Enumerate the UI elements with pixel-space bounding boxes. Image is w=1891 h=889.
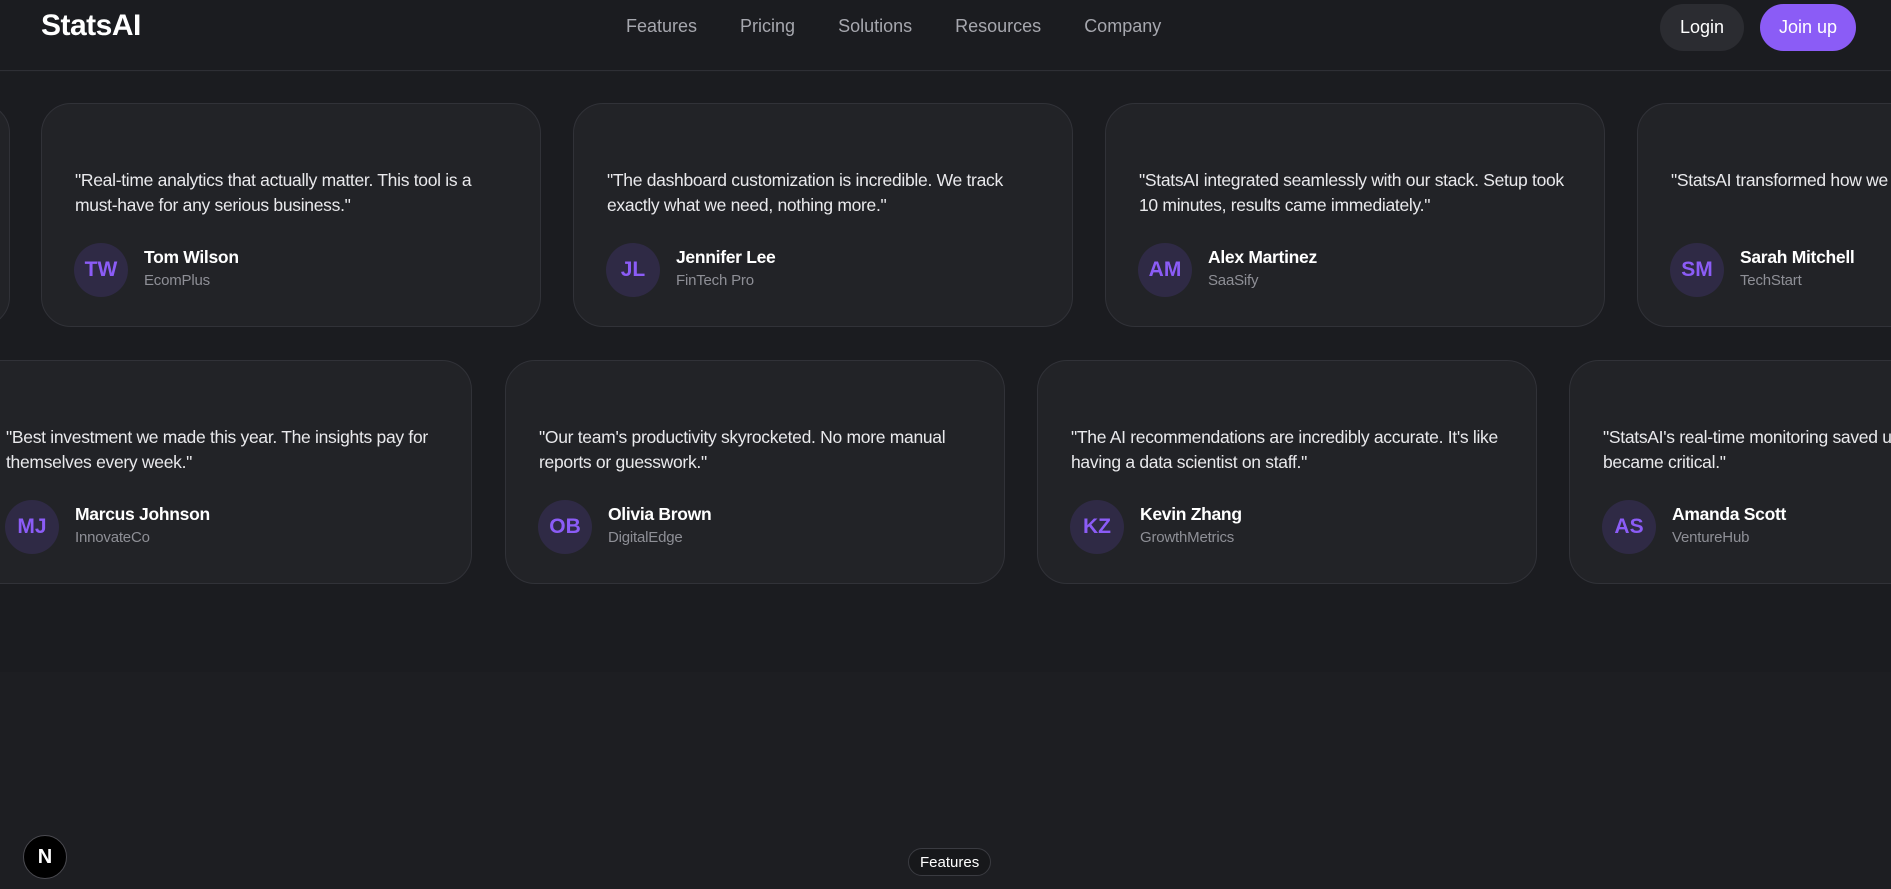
testimonial-quote: "StatsAI transformed how we u... The pre… bbox=[1671, 168, 1891, 193]
avatar: MJ bbox=[5, 500, 59, 554]
page: StatsAI Features Pricing Solutions Resou… bbox=[0, 0, 1891, 889]
testimonial-card: "Real-time analytics that actually matte… bbox=[41, 103, 541, 327]
testimonial-author-company: DigitalEdge bbox=[608, 529, 683, 546]
testimonial-card: "The dashboard customization is incredib… bbox=[573, 103, 1073, 327]
nav-pricing[interactable]: Pricing bbox=[740, 16, 795, 37]
nav-solutions[interactable]: Solutions bbox=[838, 16, 912, 37]
testimonial-quote: "StatsAI integrated seamlessly with our … bbox=[1139, 170, 1564, 215]
avatar: AS bbox=[1602, 500, 1656, 554]
testimonial-card: "Our team's productivity skyrocketed. No… bbox=[505, 360, 1005, 584]
testimonial-author-company: EcomPlus bbox=[144, 272, 210, 289]
testimonial-quote: "StatsAI's real-time monitoring saved us… bbox=[1603, 427, 1891, 472]
testimonial-author-name: Sarah Mitchell bbox=[1740, 247, 1855, 267]
testimonial-author-name: Alex Martinez bbox=[1208, 247, 1317, 267]
testimonial-author-company: SaaSify bbox=[1208, 272, 1259, 289]
testimonial-card: "Best investment we made this year. The … bbox=[0, 360, 472, 584]
avatar: JL bbox=[606, 243, 660, 297]
avatar: TW bbox=[74, 243, 128, 297]
testimonial-quote: "Our team's productivity skyrocketed. No… bbox=[539, 427, 946, 472]
testimonial-quote: "Best investment we made this year. The … bbox=[6, 427, 428, 472]
main-nav: Features Pricing Solutions Resources Com… bbox=[626, 16, 1204, 37]
brand-logo[interactable]: StatsAI bbox=[41, 9, 141, 43]
features-pill[interactable]: Features bbox=[908, 848, 992, 876]
testimonial-author-name: Tom Wilson bbox=[144, 247, 239, 267]
nav-company[interactable]: Company bbox=[1084, 16, 1161, 37]
testimonial-author-company: GrowthMetrics bbox=[1140, 529, 1235, 546]
testimonial-card: "The AI recommendations are incredibly a… bbox=[1037, 360, 1537, 584]
nextjs-dev-badge[interactable]: N bbox=[23, 835, 67, 879]
testimonial-author-company: VentureHub bbox=[1672, 529, 1750, 546]
testimonial-quote: "The dashboard customization is incredib… bbox=[607, 170, 1003, 215]
testimonial-author-company: InnovateCo bbox=[75, 529, 150, 546]
testimonial-card: "StatsAI transformed how we u... The pre… bbox=[1637, 103, 1891, 327]
testimonial-author-name: Jennifer Lee bbox=[676, 247, 776, 267]
testimonial-author-company: TechStart bbox=[1740, 272, 1802, 289]
testimonial-card-partial bbox=[0, 103, 10, 327]
quote-line: "StatsAI transformed how we u... The pre… bbox=[1671, 170, 1891, 190]
join-up-button[interactable]: Join up bbox=[1760, 4, 1856, 51]
testimonial-quote: "Real-time analytics that actually matte… bbox=[75, 170, 472, 215]
testimonial-card: "StatsAI's real-time monitoring saved us… bbox=[1569, 360, 1891, 584]
testimonial-author-company: FinTech Pro bbox=[676, 272, 754, 289]
login-button[interactable]: Login bbox=[1660, 4, 1744, 51]
nav-resources[interactable]: Resources bbox=[955, 16, 1041, 37]
nav-features[interactable]: Features bbox=[626, 16, 697, 37]
testimonial-card: "StatsAI integrated seamlessly with our … bbox=[1105, 103, 1605, 327]
avatar: KZ bbox=[1070, 500, 1124, 554]
testimonial-author-name: Amanda Scott bbox=[1672, 504, 1787, 524]
avatar: OB bbox=[538, 500, 592, 554]
testimonial-author-name: Marcus Johnson bbox=[75, 504, 210, 524]
avatar: AM bbox=[1138, 243, 1192, 297]
testimonial-author-name: Kevin Zhang bbox=[1140, 504, 1242, 524]
testimonials-section: "Real-time analytics that actually matte… bbox=[0, 72, 1891, 672]
testimonial-author-name: Olivia Brown bbox=[608, 504, 712, 524]
avatar: SM bbox=[1670, 243, 1724, 297]
top-navbar: StatsAI Features Pricing Solutions Resou… bbox=[0, 0, 1891, 71]
testimonial-quote: "The AI recommendations are incredibly a… bbox=[1071, 427, 1498, 472]
